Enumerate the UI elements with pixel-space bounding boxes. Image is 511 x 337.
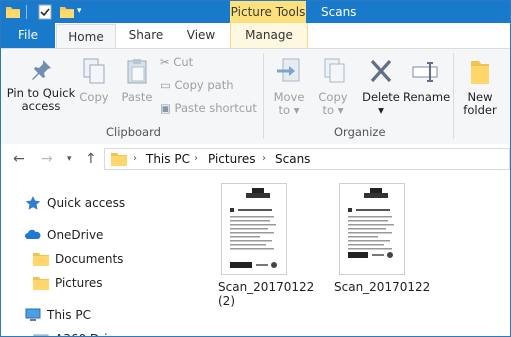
ribbon: Pin to Quick access Copy Paste ✂ Cut ▭ C… [1,48,510,145]
file-name-line2: (2) [218,294,235,308]
move-to-icon [277,58,300,82]
move-to-sub-label: to ▾ [278,103,300,117]
organize-group-label: Organize [334,125,386,139]
pin-label-line2: access [21,99,61,113]
folder-icon [33,277,49,290]
file-name-line1: Scan_20170122 [334,280,431,294]
scissors-icon: ✂ [160,55,170,69]
up-arrow-icon[interactable]: ↑ [85,151,97,167]
breadcrumb-chevron-icon[interactable]: › [133,149,137,169]
tab-file[interactable]: File [1,23,55,48]
folder-icon [111,153,127,166]
copy-path-button[interactable]: ▭ Copy path [160,75,234,95]
delete-x-icon [370,59,392,83]
folder-icon[interactable] [5,4,21,20]
file-thumbnail[interactable] [221,183,287,275]
cut-button[interactable]: ✂ Cut [160,52,193,72]
copy-path-icon: ▭ [160,78,171,92]
rename-button[interactable]: Rename [403,57,451,104]
cut-label: Cut [173,55,194,69]
nav-item-label: OneDrive [47,228,104,242]
nav-item-label: Pictures [55,276,103,290]
forward-arrow-icon[interactable]: → [41,151,53,167]
file-thumbnail[interactable] [339,183,405,275]
nav-item-label: This PC [47,308,91,322]
pin-icon [32,60,51,80]
delete-label: Delete ▾ [362,90,400,117]
breadcrumb-chevron-icon[interactable]: › [262,149,266,169]
window-title: Scans [321,5,357,19]
file-name[interactable]: Scan_20170122 [334,280,430,294]
title-bar: ▾ Picture Tools Scans [1,1,510,23]
breadcrumb-this-pc[interactable]: This PC [146,149,190,169]
nav-item-label: Quick access [47,196,126,210]
new-folder-label-line2: folder [463,103,497,117]
quick-access-separator [26,5,27,19]
paste-button[interactable]: Paste [119,57,155,104]
breadcrumb-pictures[interactable]: Pictures [208,149,256,169]
file-list: Scan_20170122 (2) Scan_20170122 [191,174,510,336]
paste-shortcut-icon: ▣ [160,101,171,115]
file-name[interactable]: Scan_20170122 (2) [218,280,314,308]
copy-to-icon [324,58,345,83]
breadcrumb-scans[interactable]: Scans [275,149,310,169]
computer-icon [25,308,41,321]
picture-tools-label: Picture Tools [230,1,306,23]
ribbon-separator [263,53,264,139]
ribbon-separator [453,53,454,139]
paste-icon [127,59,147,84]
nav-item-label: A360 Drive [55,328,122,336]
delete-button[interactable]: Delete ▾ [359,57,403,117]
tab-manage[interactable]: Manage [230,23,308,48]
copy-to-sub-label: to ▾ [322,103,344,117]
explorer-window: ▾ Picture Tools Scans File Home Share Vi… [0,0,511,337]
copy-icon [83,58,105,84]
copy-path-label: Copy path [174,78,234,92]
tab-view[interactable]: View [176,23,226,48]
breadcrumb-chevron-icon[interactable]: › [194,149,198,169]
scanned-document-image [348,188,394,258]
tab-share[interactable]: Share [118,23,174,48]
navigation-bar: ← → ▾ ↑ › This PC › Pictures › Scans [1,144,510,174]
copy-label: Copy [79,90,109,104]
star-icon [25,196,41,210]
rename-label: Rename [403,90,451,104]
navigation-pane: Quick access OneDrive Documents Pictures… [1,174,191,336]
paste-shortcut-button[interactable]: ▣ Paste shortcut [160,98,257,118]
recent-locations-chevron-icon[interactable]: ▾ [67,154,72,164]
rename-icon [412,62,438,82]
file-name-line1: Scan_20170122 [218,280,315,294]
customize-toolbar-chevron-icon[interactable]: ▾ [77,6,82,16]
address-bar[interactable]: › This PC › Pictures › Scans [104,148,510,170]
ribbon-tabs: File Home Share View Manage [1,23,510,49]
properties-icon[interactable] [37,4,53,20]
move-to-button[interactable]: Move to ▾ [269,57,309,117]
clipboard-group-label: Clipboard [106,125,161,139]
copy-button[interactable]: Copy [77,57,111,104]
new-folder-icon [471,61,489,84]
folder-icon [33,253,49,266]
paste-label: Paste [121,90,153,104]
drive-icon [33,334,49,336]
scanned-document-image [230,188,277,268]
paste-shortcut-label: Paste shortcut [174,101,257,115]
copy-to-button[interactable]: Copy to ▾ [313,57,353,117]
new-folder-button[interactable]: New folder [457,57,503,117]
tab-home[interactable]: Home [56,24,116,49]
new-folder-icon[interactable] [59,4,75,20]
pin-to-quick-access-button[interactable]: Pin to Quick access [5,57,77,113]
back-arrow-icon[interactable]: ← [13,151,25,167]
nav-item-label: Documents [55,252,124,266]
cloud-icon [25,229,41,239]
